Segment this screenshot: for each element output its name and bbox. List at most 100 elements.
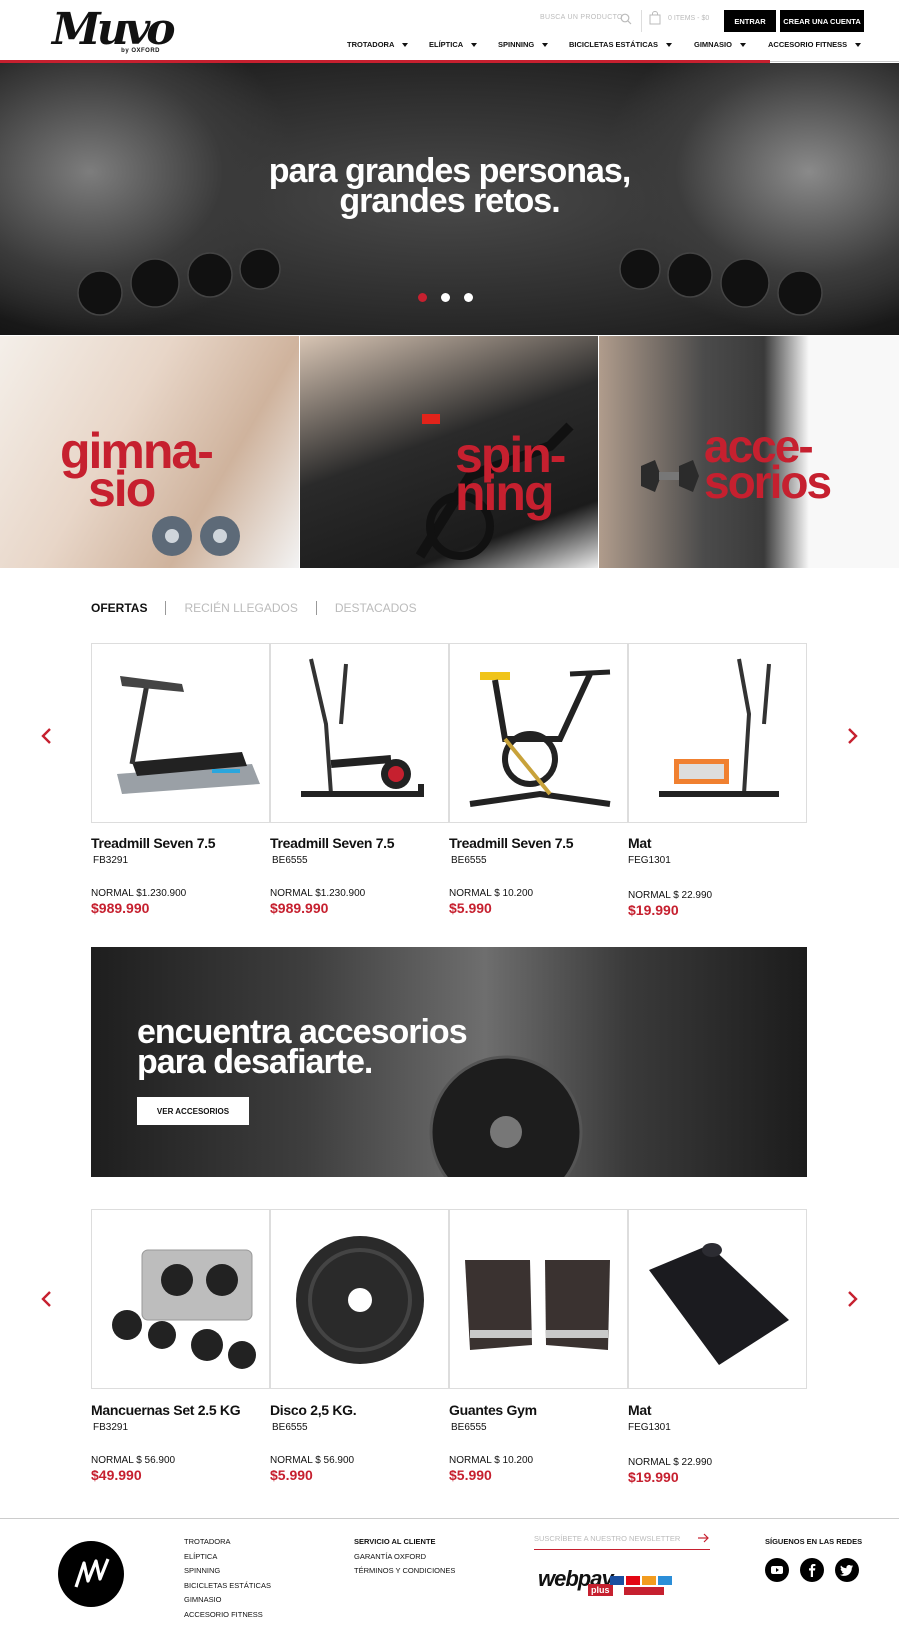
elliptical-image xyxy=(301,658,424,797)
register-button[interactable]: CREAR UNA CUENTA xyxy=(780,10,864,32)
footer-link-spinning[interactable]: SPINNING xyxy=(184,1564,271,1579)
facebook-icon xyxy=(809,1564,816,1577)
nav-item-bicicletas[interactable]: BICICLETAS ESTÁTICAS xyxy=(569,40,673,49)
footer-link-terminos[interactable]: TÉRMINOS Y CONDICIONES xyxy=(354,1564,455,1579)
webpay-logo: webpay plus xyxy=(538,1566,678,1606)
youtube-link[interactable] xyxy=(765,1558,789,1582)
hero-dot-2[interactable] xyxy=(441,293,450,302)
tab-destacados[interactable]: DESTACADOS xyxy=(315,601,435,615)
footer-link-gimnasio[interactable]: GIMNASIO xyxy=(184,1593,271,1608)
nav-item-eliptica[interactable]: ELÍPTICA xyxy=(429,40,478,49)
category-tile-spinning[interactable]: spin- ning xyxy=(300,336,598,568)
product-name[interactable]: Treadmill Seven 7.5 xyxy=(91,835,216,851)
category-label-line-2: ning xyxy=(455,465,555,521)
carousel-next-button[interactable] xyxy=(844,726,860,746)
hero-pagination xyxy=(418,293,473,302)
product-name[interactable]: Mancuernas Set 2.5 KG xyxy=(91,1402,241,1418)
carousel-prev-button[interactable] xyxy=(39,726,55,746)
main-nav: TROTADORA ELÍPTICA SPINNING BICICLETAS E… xyxy=(0,40,899,54)
product-name[interactable]: Treadmill Seven 7.5 xyxy=(270,835,395,851)
footer-category-links: TROTADORA ELÍPTICA SPINNING BICICLETAS E… xyxy=(184,1535,271,1622)
category-label: spin- ning xyxy=(455,430,566,518)
view-accessories-button[interactable]: VER ACCESORIOS xyxy=(137,1097,249,1125)
nav-divider-line xyxy=(770,61,899,62)
weight-disc-image xyxy=(296,1236,424,1364)
product-card[interactable] xyxy=(449,1209,628,1389)
tab-recien-llegados[interactable]: RECIÉN LLEGADOS xyxy=(165,601,315,615)
logo-mark-icon xyxy=(74,1558,110,1588)
product-normal-price: NORMAL $ 10.200 xyxy=(449,888,534,899)
product-normal-price: NORMAL $ 10.200 xyxy=(449,1455,534,1466)
spinning-bike-image xyxy=(469,669,611,807)
carousel-next-button[interactable] xyxy=(844,1289,860,1309)
chevron-down-icon xyxy=(402,43,409,48)
header-divider xyxy=(641,10,642,32)
product-name[interactable]: Treadmill Seven 7.5 xyxy=(449,835,574,851)
carousel-prev-button[interactable] xyxy=(39,1289,55,1309)
login-button[interactable]: ENTRAR xyxy=(724,10,776,32)
footer-link-bicicletas[interactable]: BICICLETAS ESTÁTICAS xyxy=(184,1579,271,1594)
product-card[interactable] xyxy=(270,1209,449,1389)
nav-item-trotadora[interactable]: TROTADORA xyxy=(347,40,409,49)
category-label-line-2: sorios xyxy=(704,456,832,508)
nav-item-gimnasio[interactable]: GIMNASIO xyxy=(694,40,746,49)
product-name[interactable]: Guantes Gym xyxy=(449,1402,537,1418)
nav-label: SPINNING xyxy=(498,40,535,49)
nav-label: GIMNASIO xyxy=(694,40,732,49)
hero-line-2: grandes retos. xyxy=(339,182,560,220)
hero-dot-1[interactable] xyxy=(418,293,427,302)
youtube-icon xyxy=(771,1566,783,1574)
product-code: FEG1301 xyxy=(628,1422,671,1433)
treadmill-image xyxy=(117,676,260,794)
product-normal-price: NORMAL $ 56.900 xyxy=(270,1455,355,1466)
chevron-down-icon xyxy=(542,43,549,48)
footer-link-garantia[interactable]: GARANTÍA OXFORD xyxy=(354,1550,455,1565)
product-card[interactable] xyxy=(628,1209,807,1389)
newsletter-input[interactable]: SUSCRÍBETE A NUESTRO NEWSLETTER xyxy=(534,1534,710,1550)
product-code: BE6555 xyxy=(451,1422,487,1433)
cart-summary[interactable]: 0 ITEMS - $0 xyxy=(668,15,709,22)
footer-link-eliptica[interactable]: ELÍPTICA xyxy=(184,1550,271,1565)
product-card[interactable] xyxy=(270,643,449,823)
nav-label: ELÍPTICA xyxy=(429,40,464,49)
elliptical-image xyxy=(659,658,779,797)
chevron-right-icon xyxy=(848,1291,858,1307)
footer-link-accesorio[interactable]: ACCESORIO FITNESS xyxy=(184,1608,271,1623)
cart-icon[interactable] xyxy=(649,11,661,25)
category-tile-gimnasio[interactable]: gimna- sio xyxy=(0,336,299,568)
nav-item-spinning[interactable]: SPINNING xyxy=(498,40,549,49)
search-input[interactable]: BUSCA UN PRODUCTO xyxy=(540,14,632,30)
nav-label: TROTADORA xyxy=(347,40,395,49)
chevron-right-icon xyxy=(848,728,858,744)
tab-ofertas[interactable]: OFERTAS xyxy=(91,601,165,615)
product-sale-price: $19.990 xyxy=(628,1469,679,1485)
nav-item-accesorio[interactable]: ACCESORIO FITNESS xyxy=(768,40,862,49)
product-card[interactable] xyxy=(628,643,807,823)
product-card[interactable] xyxy=(91,643,270,823)
social-title: SÍGUENOS EN LAS REDES xyxy=(765,1537,863,1546)
product-name[interactable]: Disco 2,5 KG. xyxy=(270,1402,357,1418)
footer-divider xyxy=(0,1518,899,1519)
hero-dot-3[interactable] xyxy=(464,293,473,302)
footer-logo[interactable] xyxy=(58,1541,124,1607)
product-sale-price: $989.990 xyxy=(91,900,150,916)
facebook-link[interactable] xyxy=(800,1558,824,1582)
product-code: BE6555 xyxy=(272,855,308,866)
product-card[interactable] xyxy=(91,1209,270,1389)
product-code: BE6555 xyxy=(451,855,487,866)
mat-image xyxy=(649,1243,789,1365)
banner-line-2: para desafiarte. xyxy=(137,1043,373,1081)
search-icon[interactable] xyxy=(620,13,632,25)
product-tabs: OFERTAS RECIÉN LLEGADOS DESTACADOS xyxy=(91,595,435,621)
footer-link-trotadora[interactable]: TROTADORA xyxy=(184,1535,271,1550)
category-label: acce- sorios xyxy=(704,423,832,505)
product-card[interactable] xyxy=(449,643,628,823)
arrow-right-icon[interactable] xyxy=(698,1533,710,1543)
chevron-down-icon xyxy=(855,43,862,48)
webpay-plus: plus xyxy=(588,1584,613,1596)
product-name[interactable]: Mat xyxy=(628,835,652,851)
twitter-link[interactable] xyxy=(835,1558,859,1582)
product-name[interactable]: Mat xyxy=(628,1402,652,1418)
product-sale-price: $19.990 xyxy=(628,902,679,918)
category-tile-accesorios[interactable]: acce- sorios xyxy=(599,336,899,568)
